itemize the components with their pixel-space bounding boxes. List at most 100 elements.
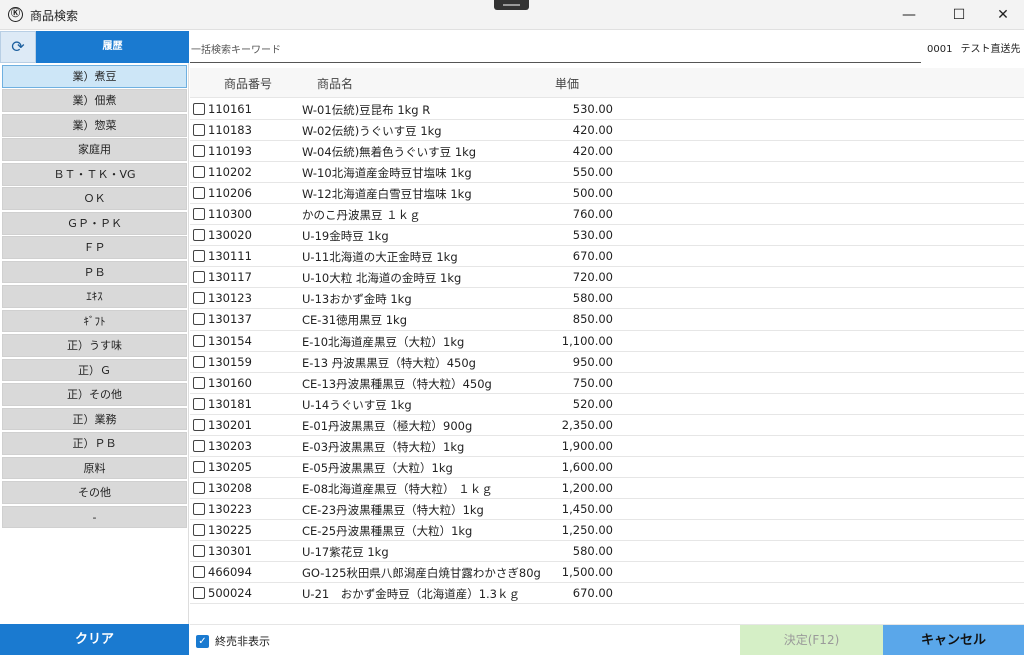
- table-row[interactable]: 500024 U-21 おかず金時豆（北海道産）1.3ｋｇ 670.00: [190, 583, 1024, 605]
- product-code: 130111: [208, 249, 252, 264]
- drag-handle[interactable]: [494, 0, 529, 10]
- refresh-icon[interactable]: ⟳: [0, 31, 36, 63]
- category-item[interactable]: 原料: [2, 456, 187, 480]
- row-checkbox[interactable]: [193, 292, 205, 305]
- table-row[interactable]: 130159 E-13 丹波黒黒豆（特大粒）450g 950.00: [190, 352, 1024, 373]
- category-item[interactable]: ｷﾞﾌﾄ: [2, 309, 187, 333]
- category-item[interactable]: ＢＴ・ＴＫ・VG: [2, 162, 187, 186]
- header-product-code[interactable]: 商品番号: [224, 75, 272, 92]
- table-row[interactable]: 110206 W-12北海道産白雪豆甘塩味 1kg 500.00: [190, 183, 1024, 205]
- category-item[interactable]: ＯＫ: [2, 187, 187, 211]
- category-item[interactable]: -: [2, 505, 187, 529]
- table-row[interactable]: 130154 E-10北海道産黒豆（大粒）1kg 1,100.00: [190, 331, 1024, 352]
- category-item[interactable]: 業）惣菜: [2, 113, 187, 137]
- product-name: CE-25丹波黒種黒豆（大粒）1kg: [302, 523, 473, 538]
- row-checkbox[interactable]: [193, 481, 205, 494]
- table-row[interactable]: 110183 W-02伝統)うぐいす豆 1kg 420.00: [190, 120, 1024, 142]
- unit-price: 580.00: [572, 291, 613, 306]
- row-checkbox[interactable]: [193, 566, 205, 579]
- row-checkbox[interactable]: [193, 313, 205, 326]
- category-item[interactable]: ＧＰ・ＰＫ: [2, 211, 187, 235]
- table-row[interactable]: 130205 E-05丹波黒黒豆（大粒）1kg 1,600.00: [190, 457, 1024, 478]
- unit-price: 1,600.00: [561, 459, 613, 474]
- row-checkbox[interactable]: [193, 523, 205, 536]
- table-row[interactable]: 130201 E-01丹波黒黒豆（極大粒）900g 2,350.00: [190, 415, 1024, 436]
- decide-button[interactable]: 決定(F12): [740, 625, 883, 655]
- row-checkbox[interactable]: [193, 271, 205, 284]
- category-item[interactable]: 正）ＰＢ: [2, 432, 187, 455]
- category-item[interactable]: 正）うす味: [2, 334, 187, 357]
- row-checkbox[interactable]: [193, 103, 205, 115]
- row-checkbox[interactable]: [193, 376, 205, 389]
- row-checkbox[interactable]: [193, 124, 205, 137]
- table-row[interactable]: 130225 CE-25丹波黒種黒豆（大粒）1kg 1,250.00: [190, 520, 1024, 541]
- hide-discontinued-label: 終売非表示: [215, 635, 270, 648]
- unit-price: 1,500.00: [561, 565, 613, 580]
- table-row[interactable]: 466094 GO-125秋田県八郎潟産白焼甘露わかさぎ80g 1,500.00: [190, 562, 1024, 584]
- product-code: 130301: [208, 543, 252, 558]
- category-item[interactable]: ｴｷｽ: [2, 285, 187, 308]
- row-checkbox[interactable]: [193, 439, 205, 452]
- header-product-name[interactable]: 商品名: [317, 75, 353, 92]
- table-row[interactable]: 130123 U-13おかず金時 1kg 580.00: [190, 288, 1024, 310]
- table-row[interactable]: 130301 U-17紫花豆 1kg 580.00: [190, 541, 1024, 563]
- row-checkbox[interactable]: [193, 355, 205, 368]
- category-item[interactable]: ＰＢ: [2, 260, 187, 284]
- category-item[interactable]: ＦＰ: [2, 236, 187, 259]
- row-checkbox[interactable]: [193, 166, 205, 179]
- maximize-button[interactable]: ☐: [936, 0, 982, 30]
- row-checkbox[interactable]: [193, 208, 205, 221]
- row-checkbox[interactable]: [193, 250, 205, 263]
- table-row[interactable]: 130020 U-19金時豆 1kg 530.00: [190, 225, 1024, 247]
- checkbox-checked-icon[interactable]: ✓: [196, 634, 209, 648]
- header-unit-price[interactable]: 単価: [555, 75, 579, 92]
- row-checkbox[interactable]: [193, 229, 205, 242]
- row-checkbox[interactable]: [193, 397, 205, 410]
- category-item[interactable]: 家庭用: [2, 138, 187, 162]
- row-checkbox[interactable]: [193, 460, 205, 473]
- row-checkbox[interactable]: [193, 187, 205, 200]
- row-checkbox[interactable]: [193, 145, 205, 158]
- table-row[interactable]: 130117 U-10大粒 北海道の金時豆 1kg 720.00: [190, 267, 1024, 289]
- search-input[interactable]: [190, 39, 921, 63]
- unit-price: 530.00: [572, 228, 613, 243]
- row-checkbox[interactable]: [193, 334, 205, 347]
- minimize-button[interactable]: —: [886, 0, 932, 30]
- customer-info: 0001 テスト直送先: [927, 40, 1020, 55]
- hide-discontinued-toggle[interactable]: ✓ 終売非表示: [196, 633, 270, 649]
- category-item[interactable]: 正）Ｇ: [2, 358, 187, 382]
- product-code: 130181: [208, 396, 252, 411]
- unit-price: 1,200.00: [561, 480, 613, 495]
- row-checkbox[interactable]: [193, 544, 205, 557]
- table-row[interactable]: 130111 U-11北海道の大正金時豆 1kg 670.00: [190, 246, 1024, 268]
- row-checkbox[interactable]: [193, 587, 205, 600]
- category-item[interactable]: 業）煮豆: [2, 65, 187, 88]
- product-code: 130203: [208, 438, 252, 453]
- category-item[interactable]: 業）佃煮: [2, 89, 187, 113]
- table-row[interactable]: 130203 E-03丹波黒黒豆（特大粒）1kg 1,900.00: [190, 436, 1024, 457]
- product-name: CE-31徳用黒豆 1kg: [302, 313, 408, 328]
- table-row[interactable]: 130181 U-14うぐいす豆 1kg 520.00: [190, 394, 1024, 415]
- unit-price: 500.00: [572, 186, 613, 201]
- category-item[interactable]: 正）その他: [2, 383, 187, 406]
- product-name: U-11北海道の大正金時豆 1kg: [302, 250, 458, 265]
- table-row[interactable]: 110193 W-04伝統)無着色うぐいす豆 1kg 420.00: [190, 141, 1024, 163]
- cancel-button[interactable]: キャンセル: [883, 625, 1024, 655]
- row-checkbox[interactable]: [193, 418, 205, 431]
- history-button[interactable]: 履歴: [36, 31, 189, 63]
- table-row[interactable]: 130223 CE-23丹波黒種黒豆（特大粒）1kg 1,450.00: [190, 499, 1024, 520]
- table-row[interactable]: 130208 E-08北海道産黒豆（特大粒） １ｋｇ 1,200.00: [190, 478, 1024, 499]
- category-item[interactable]: 正）業務: [2, 407, 187, 431]
- window-title: 商品検索: [30, 9, 79, 23]
- table-row[interactable]: 110202 W-10北海道産金時豆甘塩味 1kg 550.00: [190, 162, 1024, 184]
- product-code: 130154: [208, 333, 252, 348]
- row-checkbox[interactable]: [193, 502, 205, 515]
- category-item[interactable]: その他: [2, 481, 187, 504]
- table-row[interactable]: 130160 CE-13丹波黒種黒豆（特大粒）450g 750.00: [190, 373, 1024, 394]
- clear-button[interactable]: クリア: [0, 624, 189, 655]
- table-row[interactable]: 130137 CE-31徳用黒豆 1kg 850.00: [190, 309, 1024, 331]
- close-button[interactable]: ✕: [980, 0, 1024, 30]
- table-row[interactable]: 110300 かのこ丹波黒豆 １ｋｇ 760.00: [190, 204, 1024, 226]
- product-name: かのこ丹波黒豆 １ｋｇ: [302, 208, 421, 223]
- table-row[interactable]: 110161 W-01伝統)豆昆布 1kg R 530.00: [190, 99, 1024, 121]
